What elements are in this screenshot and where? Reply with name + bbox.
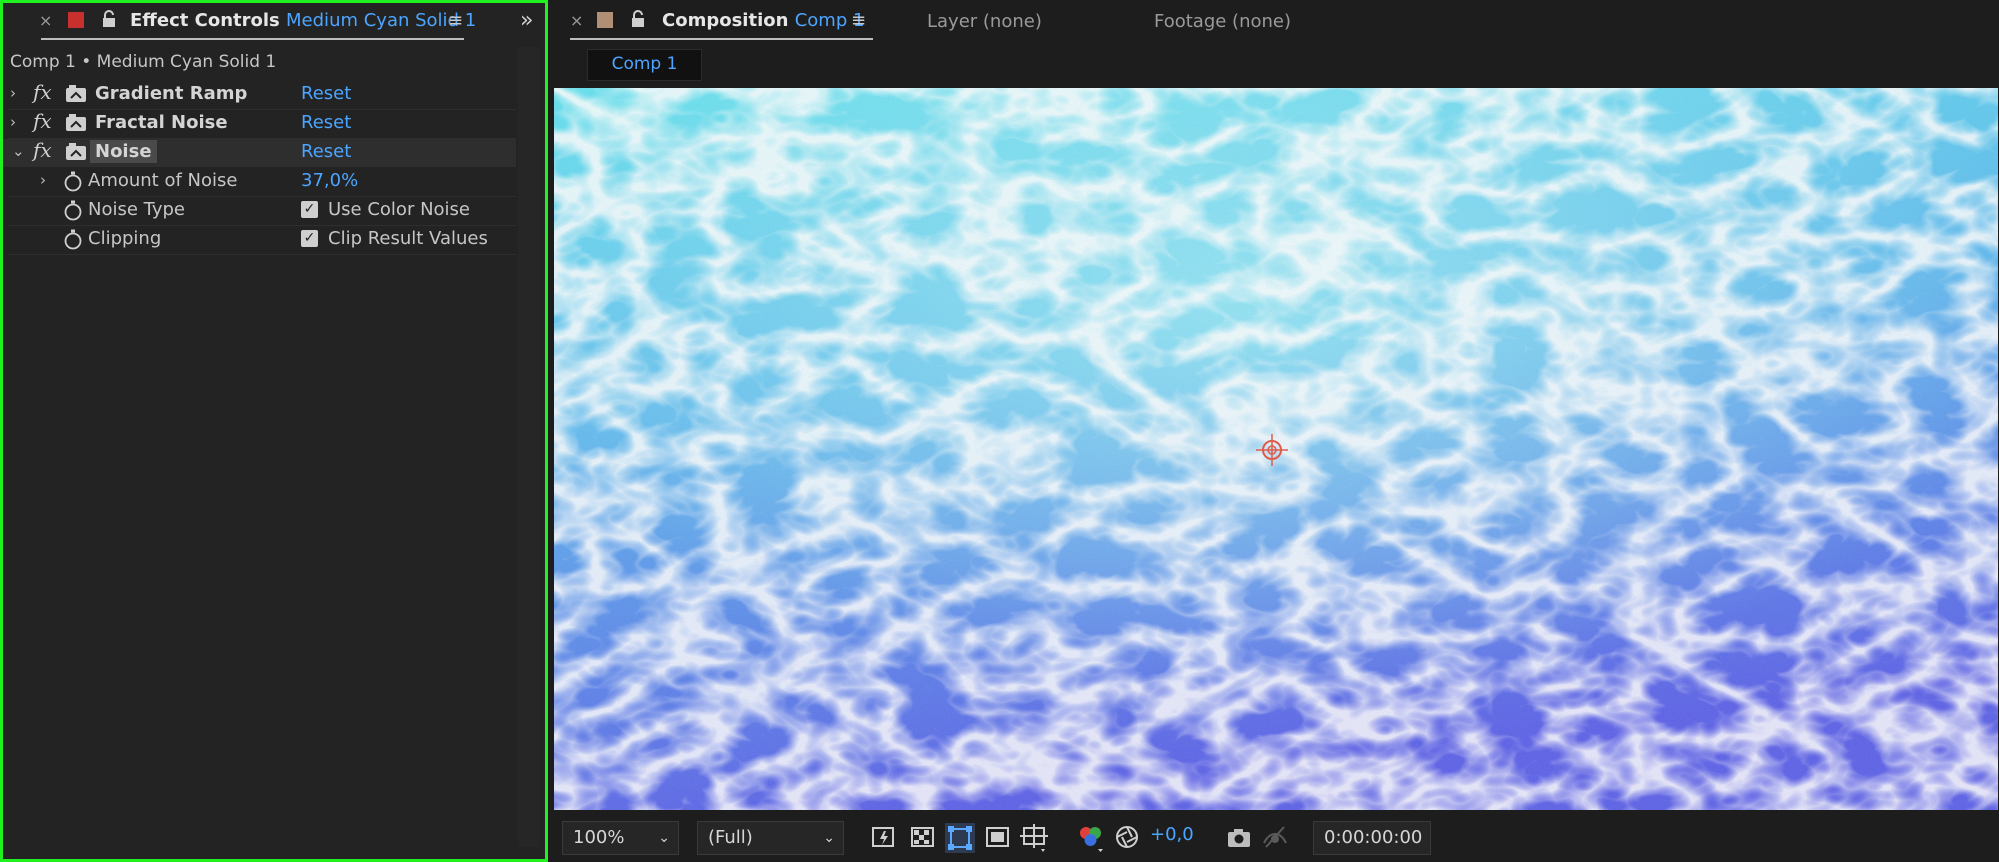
show-snapshot-icon[interactable] — [1262, 823, 1288, 849]
effect-name: Fractal Noise — [95, 112, 228, 133]
effect-preset-icon — [66, 114, 86, 131]
row-divider — [8, 254, 516, 255]
panel-menu-icon[interactable]: ≡ — [851, 10, 866, 31]
chevron-down-icon: ⌄ — [658, 830, 670, 846]
chevron-right-icon[interactable]: › — [10, 84, 16, 102]
exposure-value[interactable]: +0,0 — [1150, 824, 1194, 845]
param-label: Noise Type — [88, 199, 185, 220]
comp-subtab[interactable]: Comp 1 — [587, 49, 702, 81]
checkbox-icon[interactable]: ✓ — [301, 201, 318, 218]
param-value-scrub[interactable]: 37,0% — [301, 170, 358, 191]
checkbox-label[interactable]: Use Color Noise — [328, 199, 470, 220]
effect-controls-tabbar: × Effect Controls Medium Cyan Solid 1 ≡ … — [0, 0, 548, 44]
timecode-field[interactable]: 0:00:00:00 — [1313, 821, 1431, 855]
param-label: Amount of Noise — [88, 170, 238, 191]
stopwatch-icon[interactable] — [63, 229, 83, 250]
reset-link[interactable]: Reset — [301, 141, 351, 162]
param-label: Clipping — [88, 228, 162, 249]
composition-viewer[interactable] — [554, 88, 1998, 810]
reset-exposure-icon[interactable] — [1114, 824, 1140, 850]
breadcrumb: Comp 1 • Medium Cyan Solid 1 — [10, 52, 277, 72]
active-tab-underline — [41, 38, 464, 40]
param-row-clipping: Clipping ✓ Clip Result Values — [8, 226, 516, 254]
color-channel-icon[interactable] — [1076, 823, 1106, 853]
stopwatch-icon[interactable] — [63, 171, 83, 192]
zoom-value: 100% — [573, 827, 625, 848]
grid-guides-icon[interactable] — [1020, 823, 1050, 853]
effect-row-noise[interactable]: ⌄ fx Noise Reset — [0, 138, 516, 167]
checkbox-icon[interactable]: ✓ — [301, 230, 318, 247]
effect-preset-icon — [66, 143, 86, 160]
close-tab-icon[interactable]: × — [570, 11, 583, 30]
mask-path-visibility-icon[interactable] — [945, 823, 975, 853]
timecode-value: 0:00:00:00 — [1324, 827, 1423, 848]
layer-color-swatch[interactable] — [68, 12, 84, 28]
zoom-select[interactable]: 100% ⌄ — [562, 821, 679, 855]
snapshot-icon[interactable] — [1226, 825, 1252, 851]
footage-tab[interactable]: Footage (none) — [1154, 11, 1291, 32]
scrollbar[interactable] — [518, 47, 540, 847]
param-row-amount-of-noise: › Amount of Noise 37,0% — [8, 168, 516, 196]
effect-preset-icon — [66, 85, 86, 102]
resolution-select[interactable]: (Full) ⌄ — [697, 821, 844, 855]
effect-name: Gradient Ramp — [95, 83, 248, 104]
layer-tab[interactable]: Layer (none) — [927, 11, 1042, 32]
close-tab-icon[interactable]: × — [39, 11, 52, 30]
viewer-toolbar: 100% ⌄ (Full) ⌄ +0,0 0:00:00:00 — [549, 812, 1999, 862]
lock-icon[interactable] — [101, 10, 117, 28]
param-row-noise-type: Noise Type ✓ Use Color Noise — [8, 197, 516, 225]
fast-previews-icon[interactable] — [871, 825, 897, 851]
active-tab-underline — [570, 38, 873, 40]
lock-icon[interactable] — [630, 10, 646, 28]
region-of-interest-icon[interactable] — [985, 825, 1011, 851]
reset-link[interactable]: Reset — [301, 83, 351, 104]
fx-icon[interactable]: fx — [33, 138, 52, 162]
resolution-value: (Full) — [708, 827, 753, 848]
composition-tab-title[interactable]: Composition Comp 1 — [662, 10, 864, 31]
tab-title-label: Composition — [662, 10, 789, 31]
transparency-grid-icon[interactable] — [910, 825, 936, 851]
effect-controls-tab-title[interactable]: Effect Controls Medium Cyan Solid 1 — [130, 10, 476, 31]
stopwatch-icon[interactable] — [63, 200, 83, 221]
chevron-down-icon: ⌄ — [823, 830, 835, 846]
chevron-right-icon[interactable]: › — [10, 113, 16, 131]
comp-color-swatch[interactable] — [597, 12, 613, 28]
chevron-right-icon[interactable]: › — [40, 171, 46, 189]
fx-icon[interactable]: fx — [33, 80, 52, 104]
panel-menu-icon[interactable]: ≡ — [448, 10, 463, 31]
checkbox-label[interactable]: Clip Result Values — [328, 228, 488, 249]
effect-controls-panel: × Effect Controls Medium Cyan Solid 1 ≡ … — [0, 0, 548, 862]
reset-link[interactable]: Reset — [301, 112, 351, 133]
effect-row-fractal-noise[interactable]: › fx Fractal Noise Reset — [8, 109, 516, 138]
tab-title-label: Effect Controls — [130, 10, 280, 31]
chevron-down-icon[interactable]: ⌄ — [12, 142, 25, 160]
fx-icon[interactable]: fx — [33, 109, 52, 133]
effect-row-gradient-ramp[interactable]: › fx Gradient Ramp Reset — [8, 80, 516, 109]
effect-name: Noise — [90, 140, 157, 163]
expand-panels-icon[interactable]: » — [520, 8, 533, 33]
